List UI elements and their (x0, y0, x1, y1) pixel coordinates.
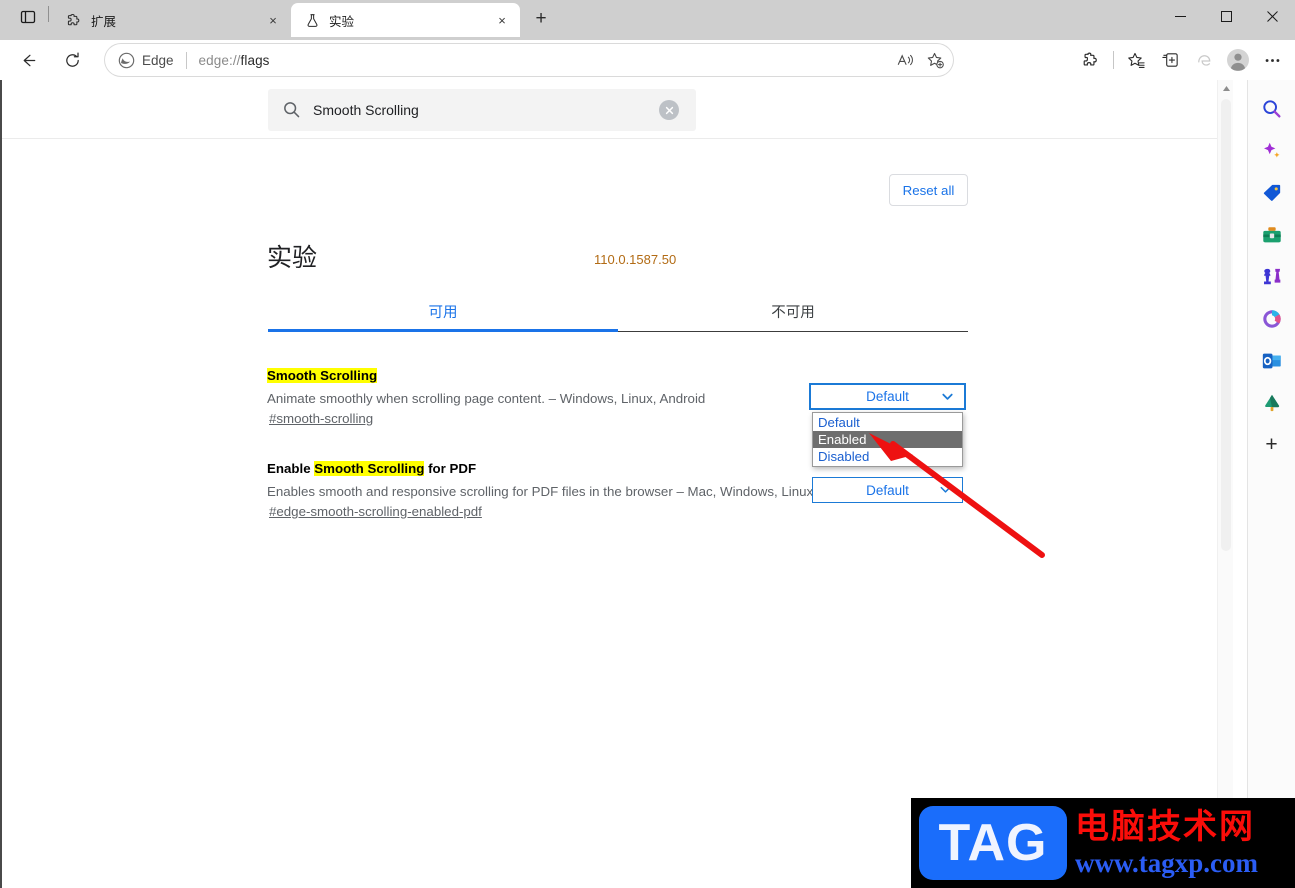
flag-title-highlight: Smooth Scrolling (314, 461, 425, 476)
window-controls (1157, 0, 1295, 32)
collections-icon[interactable] (1153, 44, 1187, 76)
url-scheme: edge:// (198, 52, 241, 68)
puzzle-extension-icon (65, 11, 83, 29)
read-aloud-icon[interactable] (890, 45, 920, 75)
tab-active-underline (268, 329, 618, 332)
flags-page: Smooth Scrolling Reset all 实验 110.0.1587… (2, 80, 1233, 888)
flag-select-value: Default (866, 482, 909, 498)
scrollbar-thumb[interactable] (1221, 99, 1231, 551)
clear-icon[interactable] (659, 100, 679, 120)
edge-sidebar: + (1247, 80, 1295, 888)
watermark-text-group: 电脑技术网 www.tagxp.com (1075, 807, 1258, 879)
page-viewport: Smooth Scrolling Reset all 实验 110.0.1587… (0, 80, 1247, 888)
flag-select-dropdown[interactable]: Default Enabled Disabled (812, 412, 963, 467)
minimize-icon[interactable] (1157, 0, 1203, 32)
tools-toolbox-icon[interactable] (1255, 218, 1289, 252)
search-icon (282, 100, 302, 120)
close-icon[interactable]: × (263, 10, 283, 30)
tab-unavailable[interactable]: 不可用 (618, 292, 968, 331)
flag-anchor-link[interactable]: #edge-smooth-scrolling-enabled-pdf (267, 504, 482, 519)
tab-title: 实验 (329, 14, 355, 29)
shopping-tag-icon[interactable] (1255, 176, 1289, 210)
tab-title: 扩展 (91, 14, 117, 29)
toolbar-divider (1113, 51, 1114, 69)
maximize-icon[interactable] (1203, 0, 1249, 32)
tab-list-icon[interactable] (14, 3, 42, 31)
version-label: 110.0.1587.50 (594, 252, 677, 267)
address-bar[interactable]: Edge edge://flags (104, 43, 954, 77)
close-icon[interactable] (1249, 0, 1295, 32)
favorites-icon[interactable] (1119, 44, 1153, 76)
flag-title-before: Enable (267, 461, 315, 476)
chevron-down-icon (940, 389, 955, 407)
toolbar-right-actions (1074, 44, 1289, 76)
address-bar-url: edge://flags (199, 53, 270, 68)
page-title: 实验 (267, 244, 318, 272)
flags-tabs: 可用 不可用 (268, 292, 968, 332)
watermark-logo: TAG (919, 806, 1067, 880)
chevron-down-icon (938, 482, 953, 500)
edge-brand-badge: Edge (118, 52, 174, 69)
profile-avatar-icon[interactable] (1221, 44, 1255, 76)
scrollbar-up-arrow-icon[interactable] (1218, 80, 1234, 97)
tab-strip-left: 扩展 × 实验 × + (0, 0, 556, 40)
dropdown-option-disabled[interactable]: Disabled (813, 448, 962, 465)
flag-select-smooth-scrolling-pdf[interactable]: Default (812, 477, 963, 503)
edge-brand-label: Edge (142, 52, 174, 68)
dropdown-option-enabled[interactable]: Enabled (813, 431, 962, 448)
tab-experiments[interactable]: 实验 × (291, 3, 520, 37)
dropdown-option-default[interactable]: Default (813, 414, 962, 431)
search-icon[interactable] (1255, 92, 1289, 126)
tabstrip-divider (48, 6, 49, 22)
search-input[interactable]: Smooth Scrolling (268, 89, 696, 131)
drop-tree-icon[interactable] (1255, 386, 1289, 420)
url-path: flags (240, 52, 270, 68)
omnibox-divider (185, 51, 187, 69)
settings-more-icon[interactable] (1255, 44, 1289, 76)
refresh-icon[interactable] (56, 44, 88, 76)
page-scrollbar[interactable] (1217, 80, 1233, 888)
new-tab-button[interactable]: + (526, 4, 556, 34)
microsoft-365-icon[interactable] (1255, 302, 1289, 336)
tab-available[interactable]: 可用 (268, 292, 618, 331)
flag-title-after: for PDF (424, 461, 477, 476)
close-icon[interactable]: × (492, 10, 512, 30)
back-arrow-icon[interactable] (12, 44, 44, 76)
add-favorite-icon[interactable] (920, 45, 950, 75)
flag-select-value: Default (866, 389, 909, 404)
flask-experiment-icon (303, 11, 321, 29)
add-sidebar-button[interactable]: + (1255, 428, 1289, 462)
bing-chat-sparkle-icon[interactable] (1255, 134, 1289, 168)
tab-strip: 扩展 × 实验 × + (0, 0, 1295, 40)
browser-window: 扩展 × 实验 × + Edge edge://flags Smooth Scr… (0, 0, 1295, 888)
omnibox-actions (890, 45, 950, 75)
watermark: TAG 电脑技术网 www.tagxp.com (911, 798, 1295, 888)
flag-title-highlight: Smooth Scrolling (267, 368, 378, 383)
ie-mode-icon (1187, 44, 1221, 76)
search-input-value: Smooth Scrolling (313, 102, 419, 118)
flag-anchor-link[interactable]: #smooth-scrolling (267, 411, 373, 426)
flags-header-bar: Smooth Scrolling (2, 80, 1233, 139)
extensions-puzzle-icon[interactable] (1074, 44, 1108, 76)
watermark-url-text: www.tagxp.com (1075, 848, 1258, 878)
outlook-icon[interactable] (1255, 344, 1289, 378)
flag-title: Smooth Scrolling (267, 367, 967, 384)
games-chess-icon[interactable] (1255, 260, 1289, 294)
flag-select-smooth-scrolling[interactable]: Default (809, 383, 966, 410)
reset-all-button[interactable]: Reset all (889, 174, 968, 206)
edge-logo-icon (118, 52, 135, 68)
watermark-cn-text: 电脑技术网 (1075, 807, 1255, 847)
tab-extensions[interactable]: 扩展 × (53, 3, 291, 37)
